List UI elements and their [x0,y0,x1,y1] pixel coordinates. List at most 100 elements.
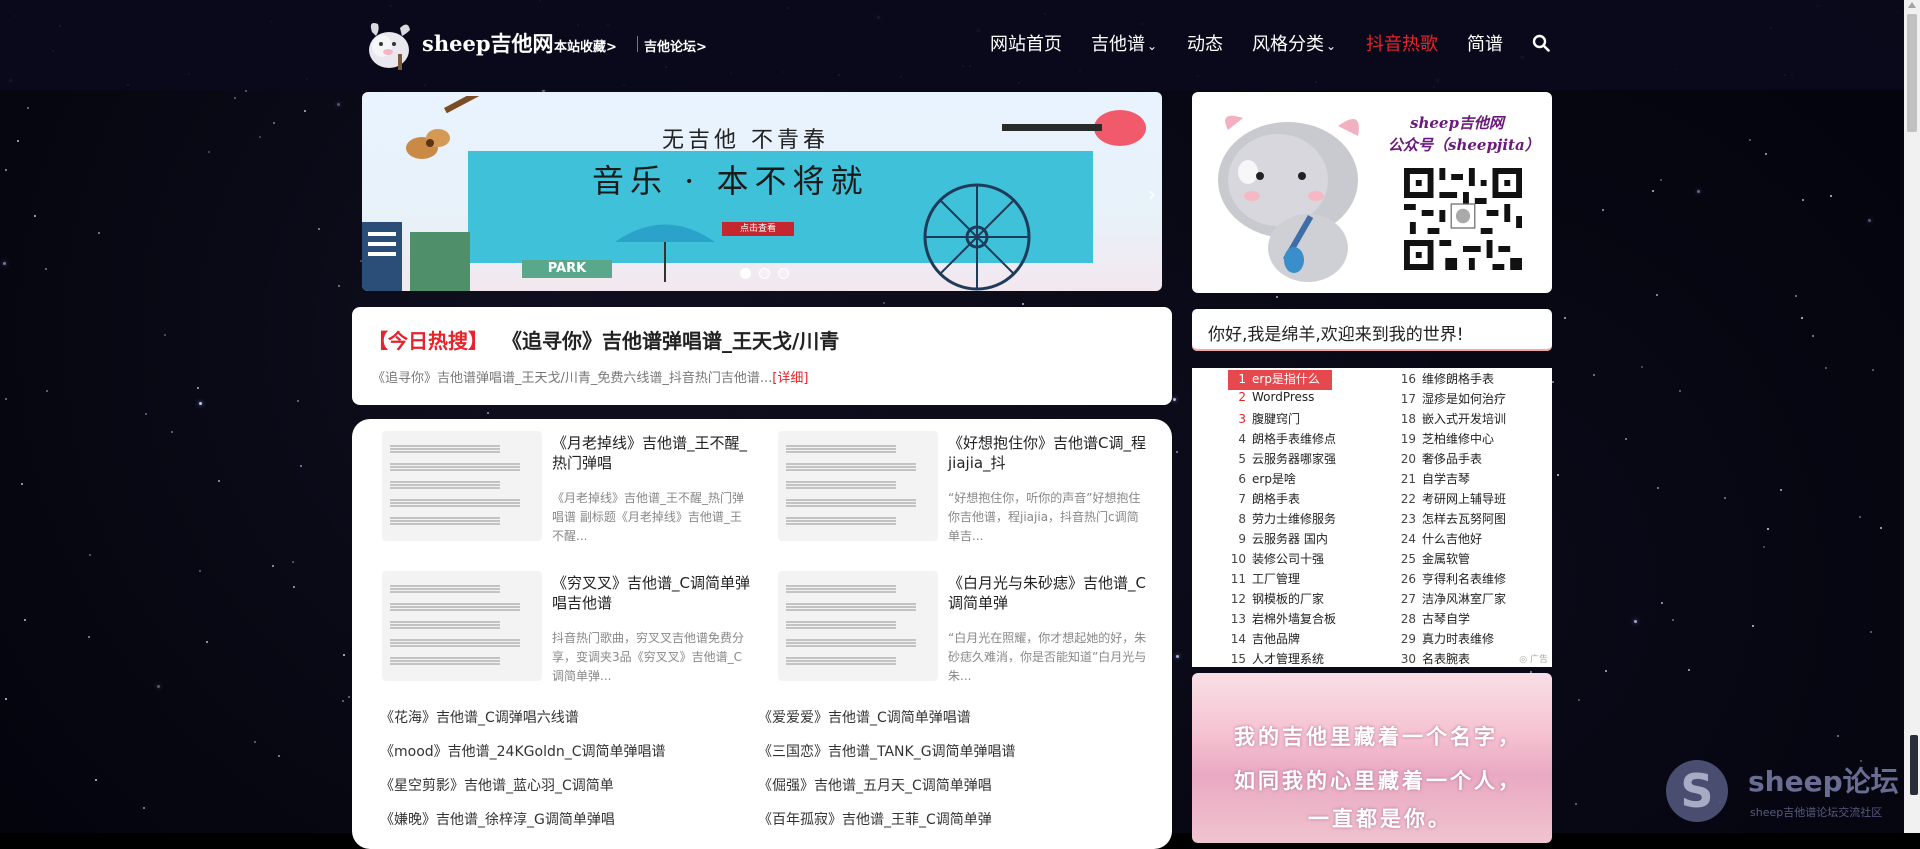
chevron-right-icon[interactable]: › [1148,182,1156,206]
star-decoration [157,685,160,688]
nav-home[interactable]: 网站首页 [990,30,1062,56]
ranking-label: 湿疹是如何治疗 [1422,392,1507,406]
tab-line [786,445,896,447]
star-decoration [1552,381,1554,383]
tab-line [390,642,520,644]
nav-guitar-tabs-label: 吉他谱 [1091,34,1145,55]
star-decoration [234,97,236,99]
ranking-item[interactable]: 10 装修公司十强 [1228,550,1324,570]
ranking-item[interactable]: 19 芝柏维修中心 [1398,430,1494,450]
post-thumbnail[interactable] [778,571,938,681]
post-thumbnail[interactable] [382,431,542,541]
post-item[interactable]: 《好想抱住你》吉他谱C调_程jiajia_抖 “好想抱住你，听你的声音”好想抱住… [778,431,1158,561]
hot-search-title[interactable]: 《追寻你》吉他谱弹唱谱_王天戈/川青 [502,325,839,354]
tab-line [390,663,500,665]
post-thumbnail[interactable] [778,431,938,541]
star-decoration [24,619,26,621]
nav-news[interactable]: 动态 [1187,30,1223,56]
star-decoration [1657,487,1659,489]
ranking-item[interactable]: 30 名表腕表 [1398,650,1470,670]
hot-search-description: 《追寻你》吉他谱弹唱谱_王天戈/川青_免费六线谱_抖音热门吉他谱...[详细] [372,367,808,386]
ranking-item[interactable]: 16 维修朗格手表 [1398,370,1494,390]
search-icon[interactable] [1532,34,1550,52]
ranking-item[interactable]: 27 洁净风淋室厂家 [1398,590,1506,610]
star-decoration [1641,366,1643,368]
nav-numbered-notation[interactable]: 简谱 [1467,30,1503,56]
ranking-item[interactable]: 7 朗格手表 [1228,490,1300,510]
banner-cta-button[interactable]: 点击查看 [722,222,794,236]
scroll-up-arrow-icon[interactable] [1908,2,1916,8]
post-link[interactable]: 《爱爱爱》吉他谱_C调简单弹唱谱 [758,707,971,727]
ranking-item[interactable]: 18 嵌入式开发培训 [1398,410,1506,430]
ranking-item[interactable]: 20 奢侈品手表 [1398,450,1482,470]
tab-line [390,591,500,593]
ranking-item[interactable]: 14 吉他品牌 [1228,630,1300,650]
star-decoration [1697,190,1700,193]
post-link[interactable]: 《花海》吉他谱_C调弹唱六线谱 [380,707,579,727]
post-link[interactable]: 《嫌晚》吉他谱_徐梓淳_G调简单弹唱 [380,809,615,829]
post-title[interactable]: 《月老掉线》吉他谱_王不醒_热门弹唱 [552,433,752,473]
side-widget-handle[interactable] [1910,735,1918,795]
ranking-item[interactable]: 15 人才管理系统 [1228,650,1324,670]
page-scrollbar[interactable] [1904,0,1920,833]
ranking-item[interactable]: 26 亨得利名表维修 [1398,570,1506,590]
post-item[interactable]: 《白月光与朱砂痣》吉他谱_C调简单弹 “白月光在照耀，你才想起她的好，朱砂痣久难… [778,571,1158,701]
carousel-dot[interactable] [778,268,789,279]
ranking-item[interactable]: 1 erp是指什么 [1228,370,1332,390]
tab-line [786,660,896,662]
post-link[interactable]: 《倔强》吉他谱_五月天_C调简单弹唱 [758,775,992,795]
post-item[interactable]: 《穷叉叉》吉他谱_C调简单弹唱吉他谱 抖音热门歌曲，穷叉叉吉他谱免费分享，变调夹… [382,571,762,701]
ranking-item[interactable]: 29 真力时表维修 [1398,630,1494,650]
star-decoration [88,636,90,638]
ranking-item[interactable]: 4 朗格手表维修点 [1228,430,1336,450]
bookmark-site-link[interactable]: 本站收藏> [554,36,617,55]
chevron-down-icon: ⌄ [1147,39,1158,53]
ranking-item[interactable]: 25 金属软管 [1398,550,1470,570]
ranking-item[interactable]: 24 什么吉他好 [1398,530,1482,550]
ranking-item[interactable]: 6 erp是啥 [1228,470,1296,490]
ranking-item[interactable]: 3 腹腱窍门 [1228,410,1300,430]
nav-douyin-hits[interactable]: 抖音热歌 [1366,30,1438,56]
star-decoration [1578,699,1580,701]
post-link[interactable]: 《星空剪影》吉他谱_蓝心羽_C调简单 [380,775,614,795]
ranking-item[interactable]: 11 工厂管理 [1228,570,1300,590]
post-thumbnail[interactable] [382,571,542,681]
sheep-logo-icon[interactable] [358,14,420,76]
ranking-item[interactable]: 9 云服务器 国内 [1228,530,1327,550]
carousel-dot[interactable] [759,268,770,279]
hot-search-detail-link[interactable]: [详细] [772,371,808,386]
ranking-number: 29 [1400,632,1416,646]
post-link[interactable]: 《百年孤寂》吉他谱_王菲_C调简单弹 [758,809,992,829]
ranking-item[interactable]: 23 怎样去瓦努阿图 [1398,510,1506,530]
hero-banner[interactable]: 无吉他 不青春 音乐 · 本不将就 点击查看 PARK › [362,92,1162,291]
forum-watermark[interactable]: S sheep论坛 sheep吉他谱论坛交流社区 [1666,760,1916,830]
nav-styles[interactable]: 风格分类 ⌄ [1252,30,1336,56]
ranking-item[interactable]: 12 钢模板的厂家 [1228,590,1324,610]
scrollbar-thumb[interactable] [1907,14,1917,132]
ranking-item[interactable]: 2 WordPress [1228,390,1314,410]
post-title[interactable]: 《穷叉叉》吉他谱_C调简单弹唱吉他谱 [552,573,752,613]
ranking-item[interactable]: 13 岩棉外墙复合板 [1228,610,1336,630]
ranking-number: 17 [1400,392,1416,406]
nav-guitar-tabs[interactable]: 吉他谱 ⌄ [1091,30,1157,56]
tab-line [390,466,520,468]
star-decoration [1602,209,1604,211]
ranking-label: 朗格手表 [1252,492,1301,506]
qr-code-icon[interactable] [1404,168,1522,270]
wechat-qr-card: sheep吉他网 公众号（sheepjita） [1192,92,1552,293]
post-item[interactable]: 《月老掉线》吉他谱_王不醒_热门弹唱 《月老掉线》吉他谱_王不醒_热门弹唱谱 副… [382,431,762,561]
post-title[interactable]: 《白月光与朱砂痣》吉他谱_C调简单弹 [948,573,1148,613]
post-link[interactable]: 《mood》吉他谱_24KGoldn_C调简单弹唱谱 [380,741,666,761]
site-logo-text[interactable]: sheep吉他网 [422,28,554,58]
ranking-item[interactable]: 5 云服务器哪家强 [1228,450,1336,470]
ranking-item[interactable]: 28 古琴自学 [1398,610,1470,630]
ranking-item[interactable]: 22 考研网上辅导班 [1398,490,1506,510]
ranking-item[interactable]: 21 自学吉琴 [1398,470,1470,490]
ranking-item[interactable]: 8 劳力士维修服务 [1228,510,1336,530]
post-title[interactable]: 《好想抱住你》吉他谱C调_程jiajia_抖 [948,433,1148,473]
carousel-dot[interactable] [740,268,751,279]
post-link[interactable]: 《三国恋》吉他谱_TANK_G调简单弹唱谱 [758,741,1016,761]
tab-line [786,505,916,507]
guitar-forum-link[interactable]: 吉他论坛> [644,36,707,55]
ranking-item[interactable]: 17 湿疹是如何治疗 [1398,390,1506,410]
